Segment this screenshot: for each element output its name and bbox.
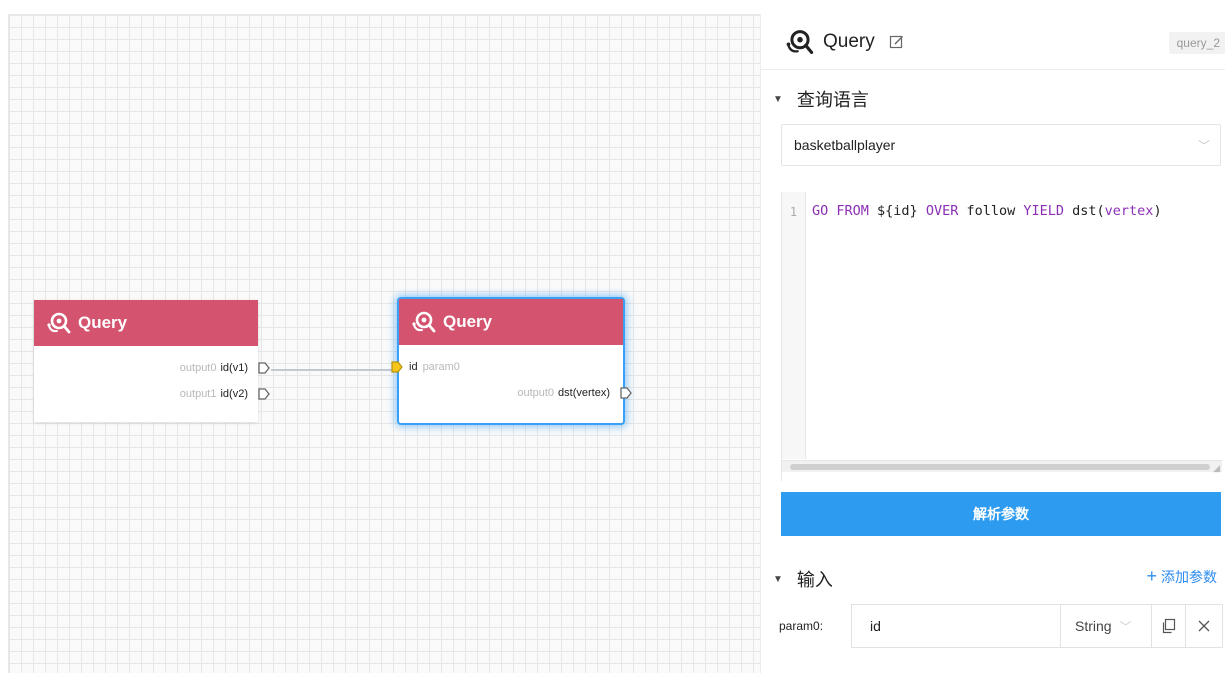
query-icon: [46, 310, 72, 336]
output-name: output1: [179, 388, 217, 400]
code-text: ${id}: [868, 203, 926, 219]
panel-header: Query query_2: [761, 14, 1225, 70]
input-section-header[interactable]: ▼ 输入: [773, 566, 833, 592]
input-value: param0: [422, 361, 460, 373]
code-text: follow: [958, 203, 1024, 219]
node-id-badge: query_2: [1168, 32, 1225, 54]
code-editor[interactable]: 1 GO FROM ${id} OVER follow YIELD dst(ve…: [781, 192, 1225, 481]
param-type-value: String: [1075, 618, 1112, 634]
query-node-2[interactable]: Query id param0 output0 dst(vertex): [391, 297, 632, 425]
output-value: id(v2): [220, 388, 248, 400]
output-name: output0: [517, 387, 555, 399]
input-port-icon[interactable]: [391, 361, 403, 373]
panel-title: Query: [823, 30, 875, 52]
space-select[interactable]: basketballplayer ﹀: [781, 124, 1221, 166]
output-row: output0 dst(vertex): [517, 387, 632, 399]
node-body: id param0 output0 dst(vertex): [391, 345, 632, 421]
query-section-header[interactable]: ▼ 查询语言: [773, 86, 869, 112]
code-text: ): [1153, 203, 1162, 219]
caret-down-icon: ▼: [773, 93, 783, 105]
chevron-down-icon: ﹀: [1119, 619, 1132, 634]
add-param-button[interactable]: + 添加参数: [1146, 566, 1217, 587]
line-number: 1: [789, 205, 798, 219]
output-value: dst(vertex): [558, 387, 610, 399]
close-icon: [1198, 620, 1210, 632]
resize-grip-icon[interactable]: ◢: [1213, 463, 1220, 474]
line-number-gutter: 1: [782, 192, 806, 459]
param-label: param0:: [779, 619, 824, 633]
node-title: Query: [443, 312, 493, 331]
add-param-label: 添加参数: [1161, 568, 1217, 585]
output-port-icon[interactable]: [620, 387, 632, 399]
code-text: dst(: [1064, 203, 1105, 219]
scrollbar-thumb[interactable]: [790, 464, 1210, 470]
plus-icon: +: [1146, 566, 1157, 586]
input-name: id: [409, 361, 418, 373]
chevron-down-icon: ﹀: [1197, 139, 1210, 153]
space-select-value: basketballplayer: [794, 137, 896, 153]
output-name: output0: [179, 362, 217, 374]
properties-panel: Query query_2 ▼ 查询语言 basketballplayer ﹀ …: [760, 14, 1225, 673]
param-value: id: [870, 618, 881, 634]
query-node-header[interactable]: Query: [34, 300, 258, 346]
delete-param-button[interactable]: [1185, 604, 1223, 648]
input-section-title: 输入: [796, 570, 833, 590]
query-icon: [785, 27, 815, 57]
param-value-input[interactable]: id: [851, 604, 1061, 648]
app-root: Query output0 id(v1) output1 id(v2) Quer…: [0, 0, 1225, 673]
copy-param-button[interactable]: [1151, 604, 1186, 648]
param-row: param0: id String ﹀: [761, 604, 1225, 650]
node-title: Query: [78, 313, 128, 332]
query-node-1[interactable]: Query output0 id(v1) output1 id(v2): [34, 300, 270, 422]
horizontal-scrollbar[interactable]: ◢: [782, 460, 1222, 474]
code-keyword: vertex: [1104, 203, 1154, 219]
parse-params-button[interactable]: 解析参数: [781, 492, 1221, 536]
flow-canvas[interactable]: Query output0 id(v1) output1 id(v2) Quer…: [8, 14, 760, 673]
output-row: output1 id(v2): [180, 388, 270, 400]
node-body: output0 id(v1) output1 id(v2): [34, 346, 270, 422]
code-keyword: FROM: [836, 203, 869, 219]
param-type-select[interactable]: String ﹀: [1060, 604, 1152, 648]
query-section-title: 查询语言: [796, 90, 869, 110]
caret-down-icon: ▼: [773, 573, 783, 585]
code-keyword: YIELD: [1023, 203, 1065, 219]
code-keyword: GO: [812, 203, 829, 219]
query-icon: [411, 309, 437, 335]
code-line[interactable]: GO FROM ${id} OVER follow YIELD dst(vert…: [812, 203, 1162, 219]
query-node-header[interactable]: Query: [399, 299, 623, 345]
copy-icon: [1162, 618, 1175, 634]
output-port-icon[interactable]: [258, 388, 270, 400]
input-row: id param0: [391, 361, 464, 373]
edit-title-icon[interactable]: [889, 34, 905, 50]
output-port-icon[interactable]: [258, 362, 270, 374]
output-row: output0 id(v1): [180, 362, 270, 374]
code-keyword: OVER: [925, 203, 959, 219]
output-value: id(v1): [220, 362, 248, 374]
